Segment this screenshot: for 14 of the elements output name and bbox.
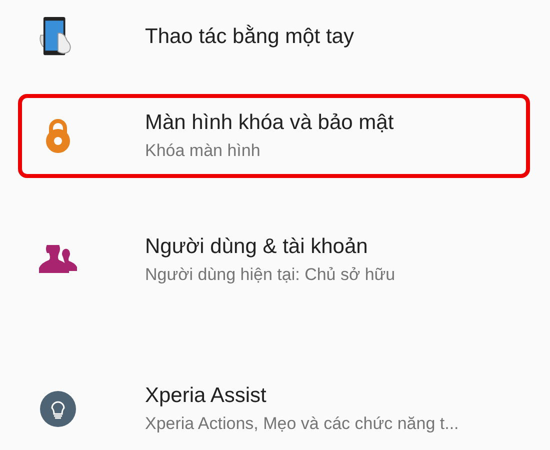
lightbulb-icon — [40, 390, 76, 426]
settings-item[interactable]: Xperia Assist Xperia Actions, Mẹo và các chức năng t... — [18, 367, 530, 450]
settings-item[interactable]: Người dùng & tài khoản Người dùng hiện tại: Chủ sở hữu — [18, 218, 530, 302]
item-subtitle: Xperia Actions, Mẹo và các chức năng t... — [145, 414, 459, 434]
item-title: Màn hình khóa và bảo mật — [145, 111, 394, 135]
item-subtitle: Khóa màn hình — [145, 141, 262, 161]
highlight-frame[interactable]: Màn hình khóa và bảo mật Khóa màn hình — [18, 94, 530, 178]
item-subtitle: Người dùng hiện tại: Chủ sở hữu — [145, 265, 396, 285]
item-title: Người dùng & tài khoản — [145, 235, 369, 259]
padlock-icon — [44, 118, 72, 154]
item-title: Xperia Assist — [145, 384, 268, 408]
people-icon — [39, 245, 77, 275]
settings-item[interactable]: Thao tác bằng một tay — [18, 0, 530, 74]
item-title: Thao tác bằng một tay — [145, 25, 354, 49]
